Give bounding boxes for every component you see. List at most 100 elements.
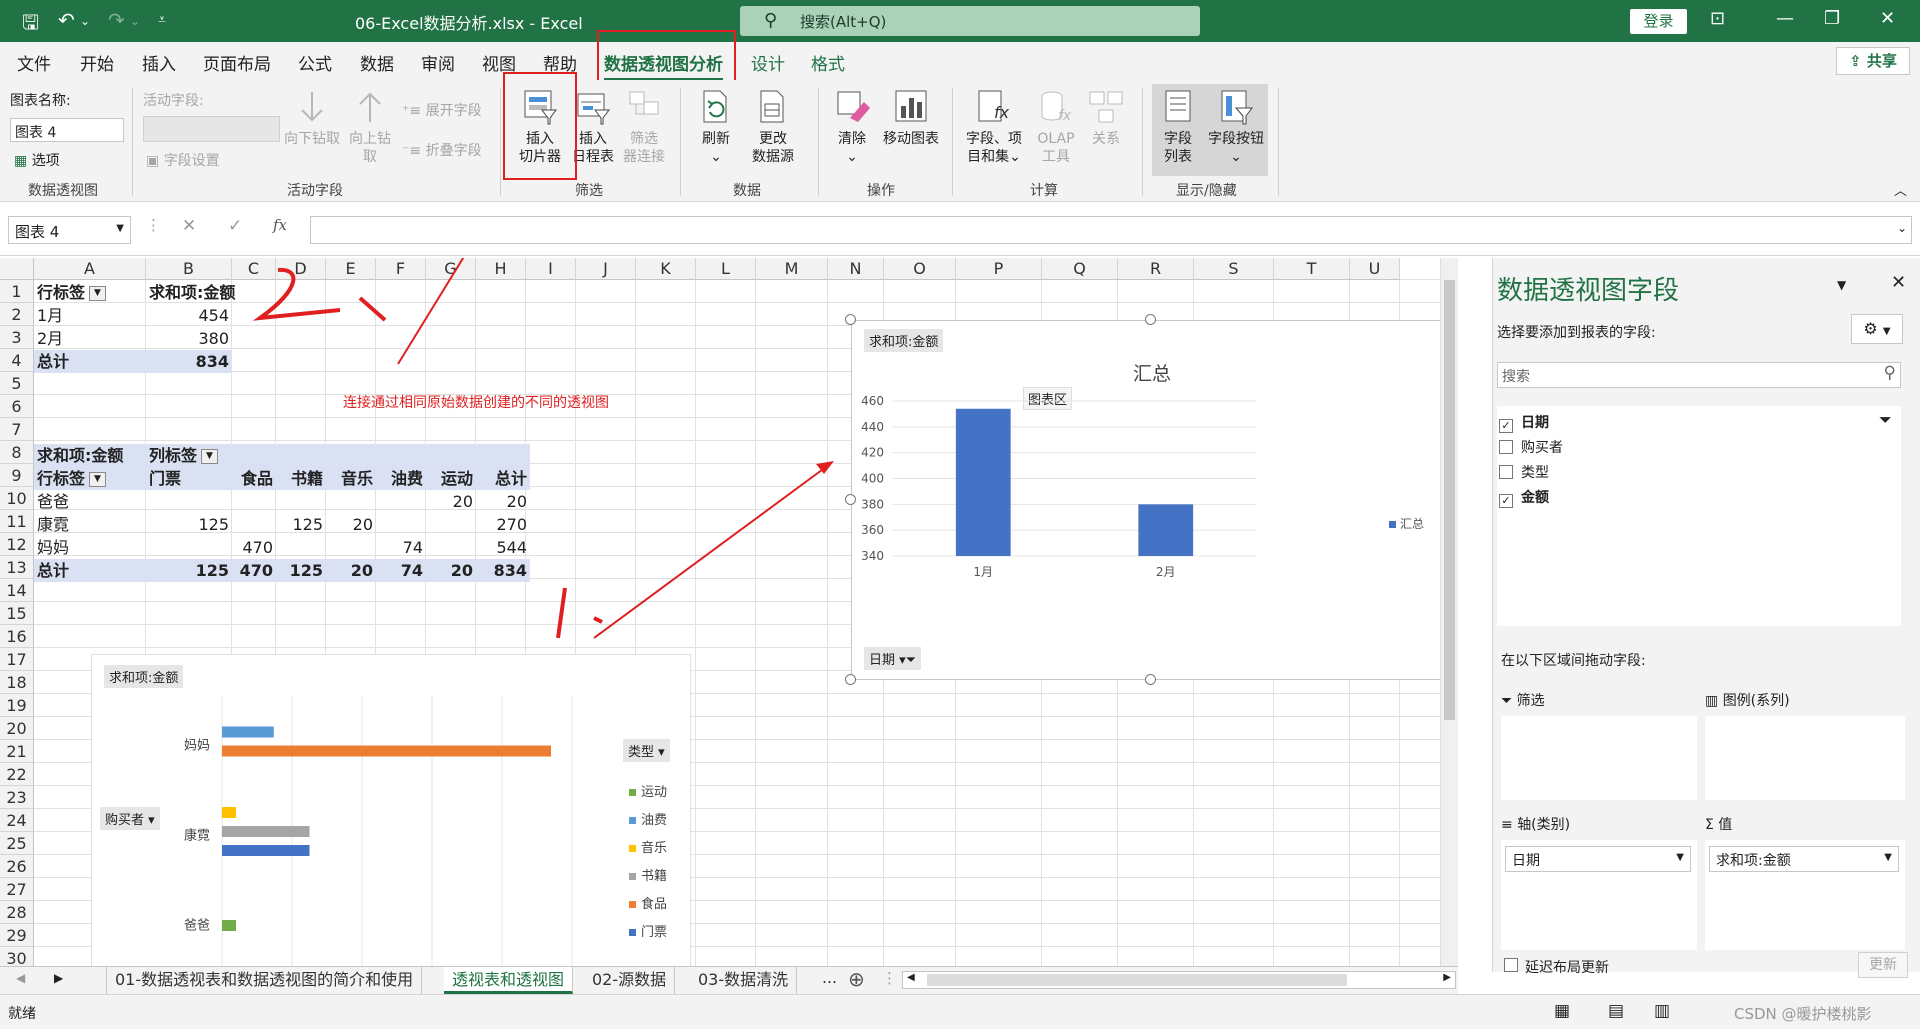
- axis-area[interactable]: 日期 ▼: [1501, 840, 1697, 950]
- search-box[interactable]: ⚲ 搜索(Alt+Q): [740, 6, 1200, 36]
- row-header[interactable]: 30: [0, 947, 34, 966]
- resize-handle[interactable]: [1145, 674, 1156, 685]
- row-header[interactable]: 24: [0, 809, 34, 832]
- row-header[interactable]: 17: [0, 648, 34, 671]
- defer-update-checkbox[interactable]: [1504, 958, 1518, 972]
- field-checkbox[interactable]: [1499, 440, 1513, 454]
- values-field-item[interactable]: 求和项:金额 ▼: [1709, 846, 1899, 872]
- field-item[interactable]: ✓ 金额: [1499, 487, 1549, 509]
- fields-items-sets-button[interactable]: fx 字段、项 目和集⌄: [960, 88, 1028, 166]
- undo-dropdown-icon[interactable]: ⌄: [80, 14, 90, 28]
- pivot-chart-summary[interactable]: 求和项:金额 汇总 图表区 460 440 420 400 380 360 340 1月 2月汇…: [851, 320, 1451, 680]
- row-header[interactable]: 3: [0, 326, 34, 349]
- column-header[interactable]: S: [1194, 258, 1274, 280]
- tab-review[interactable]: 审阅: [421, 50, 455, 75]
- row-header[interactable]: 10: [0, 487, 34, 510]
- sheet-tab-active[interactable]: 透视表和透视图: [444, 967, 574, 994]
- move-chart-button[interactable]: 移动图表: [878, 88, 944, 148]
- field-item[interactable]: 类型: [1499, 462, 1549, 484]
- scroll-left-icon[interactable]: ◀: [907, 972, 915, 983]
- row-header[interactable]: 22: [0, 763, 34, 786]
- chart-name-input[interactable]: 图表 4: [10, 118, 124, 142]
- tab-data[interactable]: 数据: [360, 50, 394, 75]
- column-header[interactable]: Q: [1042, 258, 1118, 280]
- column-header[interactable]: G: [426, 258, 476, 280]
- resize-handle[interactable]: [1145, 314, 1156, 325]
- chart2-bar[interactable]: [222, 920, 236, 931]
- row-header[interactable]: 23: [0, 786, 34, 809]
- column-header[interactable]: E: [326, 258, 376, 280]
- chart2-bar[interactable]: [222, 726, 274, 738]
- horizontal-scroll-thumb[interactable]: [927, 974, 1347, 986]
- spreadsheet-grid[interactable]: ABCDEFGHIJKLMNOPQRSTU 1 2 3 4 5 6 7 8 9 10 11 12 13 1…: [0, 258, 1458, 966]
- field-list-button[interactable]: 字段 列表: [1154, 88, 1202, 166]
- column-header[interactable]: C: [232, 258, 276, 280]
- expand-formula-icon[interactable]: ⌄: [1897, 221, 1907, 235]
- row-header[interactable]: 28: [0, 901, 34, 924]
- row-header[interactable]: 16: [0, 625, 34, 648]
- row-header[interactable]: 5: [0, 372, 34, 395]
- normal-view-icon[interactable]: ▦: [1554, 1001, 1570, 1021]
- chart2-bar[interactable]: [222, 807, 236, 818]
- row-header[interactable]: 12: [0, 533, 34, 556]
- column-header[interactable]: N: [828, 258, 884, 280]
- chart1-bar[interactable]: [1138, 504, 1194, 556]
- column-header[interactable]: R: [1118, 258, 1194, 280]
- chart2-bar[interactable]: [222, 745, 551, 757]
- chart1-bar[interactable]: [955, 408, 1011, 556]
- pivot-chart-by-buyer[interactable]: 求和项:金额 购买者 ▾ 类型 ▾ 妈妈 康霓 爸爸 运动 油费 音乐 书籍 食品 门票: [91, 654, 691, 966]
- name-box-dropdown-icon[interactable]: ▼: [116, 223, 124, 234]
- field-buttons-button[interactable]: 字段按钮 ⌄: [1204, 88, 1268, 166]
- tab-design[interactable]: 设计: [751, 50, 785, 75]
- chart1-axis-field-button[interactable]: 日期 ▾⏷: [864, 647, 922, 670]
- pane-settings-button[interactable]: ⚙ ▼: [1851, 314, 1903, 344]
- row-header[interactable]: 14: [0, 579, 34, 602]
- login-button[interactable]: 登录: [1630, 9, 1687, 34]
- column-header[interactable]: B: [146, 258, 232, 280]
- row-header[interactable]: 21: [0, 740, 34, 763]
- tab-file[interactable]: 文件: [17, 50, 51, 75]
- row-header[interactable]: 13: [0, 556, 34, 579]
- pivot1-filter-button[interactable]: ▼: [89, 286, 107, 301]
- field-checkbox[interactable]: ✓: [1499, 494, 1513, 508]
- row-header[interactable]: 27: [0, 878, 34, 901]
- insert-function-button[interactable]: fx: [273, 216, 287, 234]
- values-area[interactable]: 求和项:金额 ▼: [1705, 840, 1905, 950]
- field-search-input[interactable]: 搜索 ⚲: [1497, 362, 1901, 388]
- row-header[interactable]: 18: [0, 671, 34, 694]
- sheet-tab[interactable]: 02-源数据: [584, 967, 676, 994]
- column-header[interactable]: J: [576, 258, 636, 280]
- row-header[interactable]: 11: [0, 510, 34, 533]
- column-header[interactable]: F: [376, 258, 426, 280]
- row-header[interactable]: 19: [0, 694, 34, 717]
- legend-area[interactable]: [1705, 716, 1905, 800]
- field-checkbox[interactable]: ✓: [1499, 419, 1513, 433]
- row-header[interactable]: 1: [0, 280, 34, 303]
- column-header[interactable]: P: [956, 258, 1042, 280]
- name-box[interactable]: 图表 4 ▼: [8, 216, 131, 244]
- axis-field-item[interactable]: 日期 ▼: [1505, 846, 1691, 872]
- ribbon-display-icon[interactable]: ⊡: [1710, 8, 1725, 29]
- column-header[interactable]: I: [526, 258, 576, 280]
- column-header[interactable]: L: [696, 258, 756, 280]
- chart2-bar[interactable]: [222, 845, 310, 856]
- sheet-tab[interactable]: 01-数据透视表和数据透视图的简介和使用: [106, 967, 423, 994]
- sheet-tab[interactable]: 03-数据清洗: [690, 967, 798, 994]
- row-header[interactable]: 2: [0, 303, 34, 326]
- pivot2-col-filter-button[interactable]: ▼: [201, 449, 219, 464]
- page-break-view-icon[interactable]: ▥: [1654, 1001, 1670, 1021]
- add-sheet-icon[interactable]: ⊕: [848, 967, 865, 991]
- row-header[interactable]: 4: [0, 349, 34, 372]
- column-header[interactable]: A: [34, 258, 146, 280]
- vertical-scrollbar[interactable]: [1440, 258, 1458, 966]
- row-header[interactable]: 29: [0, 924, 34, 947]
- scroll-right-icon[interactable]: ▶: [1443, 972, 1451, 983]
- customize-qat-icon[interactable]: ⩡: [158, 12, 166, 28]
- page-layout-view-icon[interactable]: ▤: [1608, 1001, 1624, 1021]
- tab-home[interactable]: 开始: [80, 50, 114, 75]
- tab-split-icon[interactable]: ⋮: [882, 969, 897, 987]
- column-header[interactable]: H: [476, 258, 526, 280]
- minimize-icon[interactable]: —: [1776, 8, 1794, 29]
- column-header[interactable]: D: [276, 258, 326, 280]
- column-header[interactable]: K: [636, 258, 696, 280]
